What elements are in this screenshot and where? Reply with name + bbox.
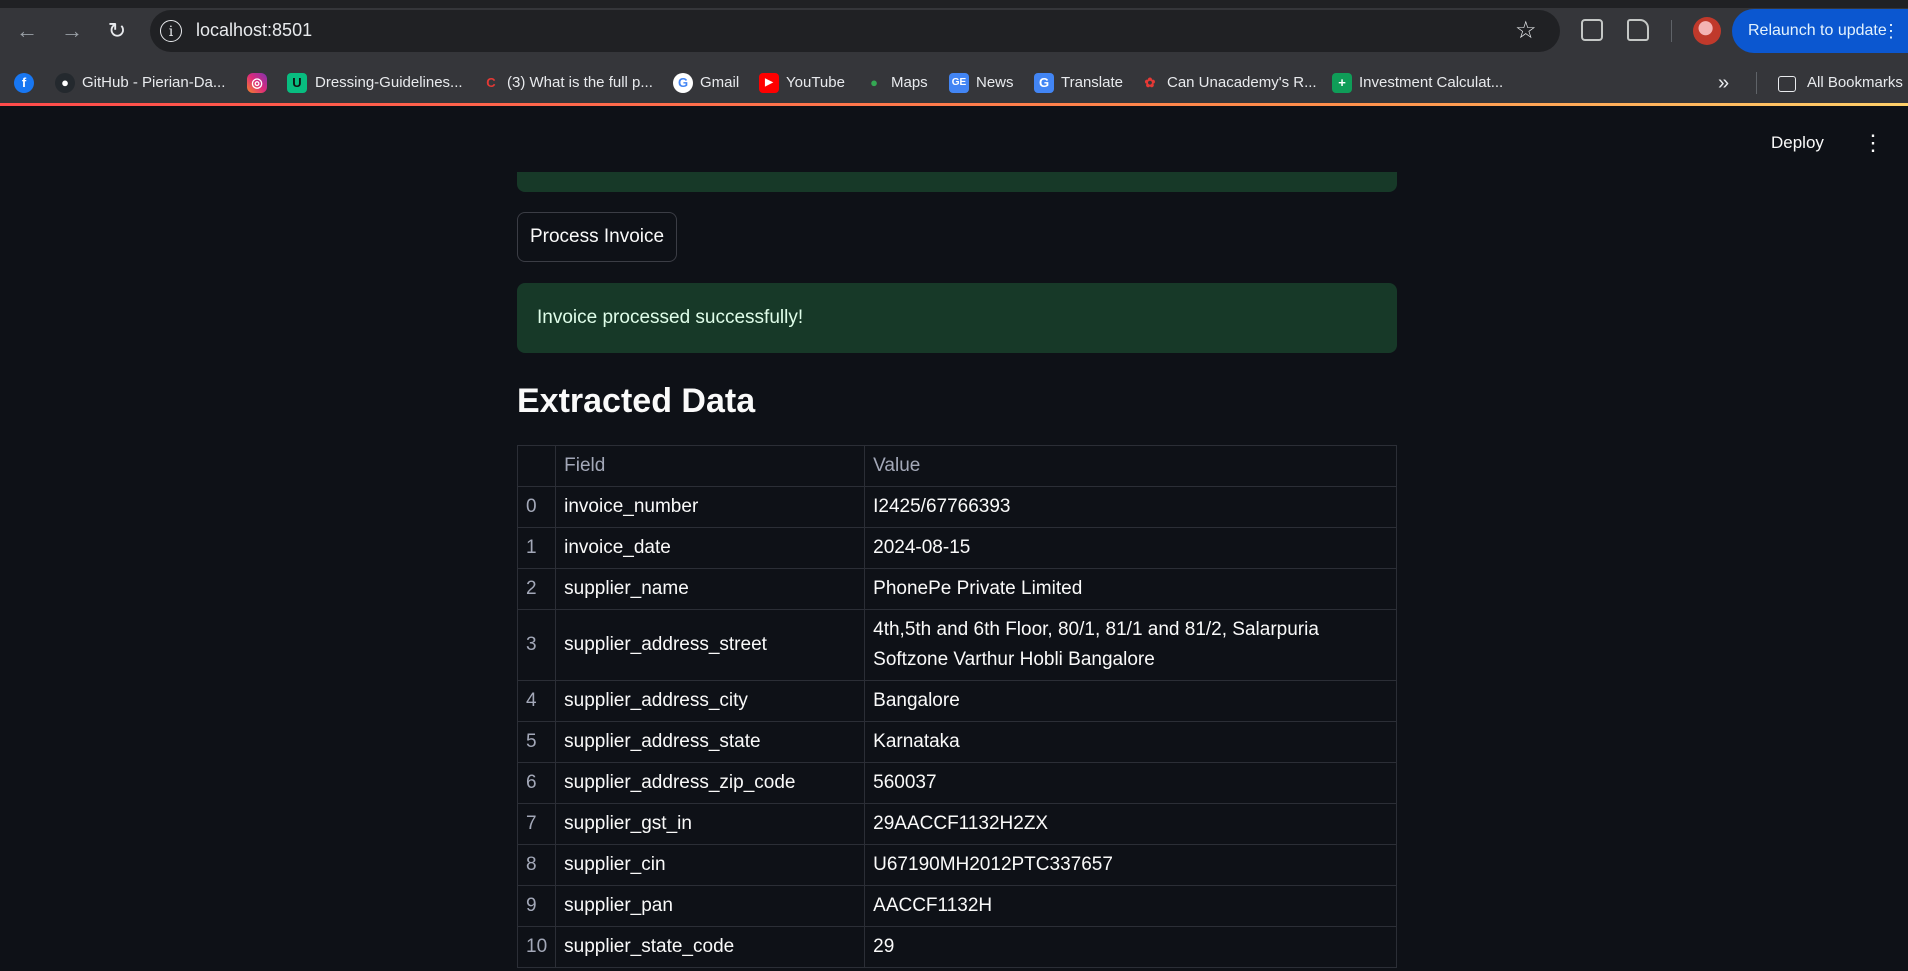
- table-row: 10 supplier_state_code 29: [516, 926, 1397, 968]
- toolbar-separator: [1671, 20, 1672, 42]
- value-cell[interactable]: 29: [864, 926, 1397, 968]
- more-vert-icon: ⋮: [1882, 21, 1900, 41]
- table-row: 1 invoice_date 2024-08-15: [516, 527, 1397, 569]
- value-cell[interactable]: 560037: [864, 762, 1397, 804]
- table-row: 5 supplier_address_state Karnataka: [516, 721, 1397, 763]
- row-index: 7: [516, 803, 557, 845]
- bookmark-maps[interactable]: Maps: [891, 62, 928, 104]
- tab-strip: [0, 0, 1908, 8]
- extensions-puzzle-icon[interactable]: [1627, 19, 1649, 41]
- extension-icon[interactable]: [1581, 19, 1603, 41]
- value-cell[interactable]: 29AACCF1132H2ZX: [864, 803, 1397, 845]
- folder-icon[interactable]: [1778, 76, 1796, 92]
- table-row: 3 supplier_address_street 4th,5th and 6th …: [516, 609, 1397, 681]
- maps-pin-icon[interactable]: ●: [864, 73, 884, 93]
- bookmark-github[interactable]: GitHub - Pierian-Da...: [82, 62, 225, 104]
- process-invoice-button[interactable]: Process Invoice: [517, 212, 677, 262]
- value-cell[interactable]: PhonePe Private Limited: [864, 568, 1397, 610]
- table-row: 7 supplier_gst_in 29AACCF1132H2ZX: [516, 803, 1397, 845]
- previous-alert: [517, 172, 1397, 192]
- value-cell[interactable]: I2425/67766393: [864, 486, 1397, 528]
- youtube-icon[interactable]: ▶: [759, 73, 779, 93]
- field-cell[interactable]: supplier_address_street: [555, 609, 866, 681]
- bookmarks-separator: [1756, 72, 1757, 94]
- field-cell[interactable]: supplier_state_code: [555, 926, 866, 968]
- value-cell[interactable]: Karnataka: [864, 721, 1397, 763]
- more-bookmarks-icon[interactable]: »: [1718, 62, 1729, 104]
- deploy-button[interactable]: Deploy: [1771, 133, 1824, 153]
- table-row: 8 supplier_cin U67190MH2012PTC337657: [516, 844, 1397, 886]
- field-cell[interactable]: supplier_gst_in: [555, 803, 866, 845]
- reload-icon[interactable]: ↻: [102, 16, 132, 46]
- field-cell[interactable]: supplier_address_state: [555, 721, 866, 763]
- instagram-icon[interactable]: ◎: [247, 73, 267, 93]
- google-icon[interactable]: G: [673, 73, 693, 93]
- index-header: [516, 445, 557, 487]
- github-icon[interactable]: ●: [55, 73, 75, 93]
- quora-icon[interactable]: C: [481, 73, 501, 93]
- extracted-data-table[interactable]: Field Value 0 invoice_number I2425/6776639…: [516, 445, 1397, 968]
- bookmark-youtube[interactable]: YouTube: [786, 62, 845, 104]
- translate-icon[interactable]: G: [1034, 73, 1054, 93]
- streamlit-decoration-bar: [0, 103, 1908, 106]
- row-index: 0: [516, 486, 557, 528]
- row-index: 4: [516, 680, 557, 722]
- site-info-icon[interactable]: i: [160, 20, 182, 42]
- url-text[interactable]: localhost:8501: [196, 20, 312, 41]
- forward-icon[interactable]: →: [57, 16, 87, 46]
- unacademy-red-icon[interactable]: ✿: [1140, 73, 1160, 93]
- profile-avatar[interactable]: [1693, 17, 1721, 45]
- news-icon[interactable]: GE: [949, 73, 969, 93]
- unacademy-icon[interactable]: U: [287, 73, 307, 93]
- table-row: 2 supplier_name PhonePe Private Limited: [516, 568, 1397, 610]
- facebook-icon[interactable]: f: [14, 73, 34, 93]
- column-header-value[interactable]: Value: [864, 445, 1397, 487]
- field-cell[interactable]: supplier_name: [555, 568, 866, 610]
- sheets-icon[interactable]: +: [1332, 73, 1352, 93]
- table-row: 9 supplier_pan AACCF1132H: [516, 885, 1397, 927]
- bookmark-unacademy[interactable]: Can Unacademy's R...: [1167, 62, 1317, 104]
- row-index: 2: [516, 568, 557, 610]
- address-bar[interactable]: [150, 10, 1560, 52]
- field-cell[interactable]: invoice_date: [555, 527, 866, 569]
- row-index: 3: [516, 609, 557, 681]
- value-cell[interactable]: 2024-08-15: [864, 527, 1397, 569]
- value-cell[interactable]: Bangalore: [864, 680, 1397, 722]
- value-cell[interactable]: 4th,5th and 6th Floor, 80/1, 81/1 and 81…: [864, 609, 1397, 681]
- column-header-field[interactable]: Field: [555, 445, 866, 487]
- row-index: 10: [516, 926, 557, 968]
- bookmark-investment-calculator[interactable]: Investment Calculat...: [1359, 62, 1503, 104]
- relaunch-button[interactable]: Relaunch to update ⋮: [1732, 9, 1908, 53]
- row-index: 6: [516, 762, 557, 804]
- field-cell[interactable]: supplier_address_city: [555, 680, 866, 722]
- table-row: 6 supplier_address_zip_code 560037: [516, 762, 1397, 804]
- value-cell[interactable]: U67190MH2012PTC337657: [864, 844, 1397, 886]
- value-cell[interactable]: AACCF1132H: [864, 885, 1397, 927]
- table-row: 0 invoice_number I2425/67766393: [516, 486, 1397, 528]
- table-header-row: Field Value: [516, 445, 1397, 487]
- bookmark-quora[interactable]: (3) What is the full p...: [507, 62, 653, 104]
- bookmark-star-icon[interactable]: ☆: [1515, 16, 1537, 45]
- bookmark-news[interactable]: News: [976, 62, 1014, 104]
- all-bookmarks[interactable]: All Bookmarks: [1807, 62, 1903, 104]
- row-index: 1: [516, 527, 557, 569]
- row-index: 8: [516, 844, 557, 886]
- table-row: 4 supplier_address_city Bangalore: [516, 680, 1397, 722]
- row-index: 5: [516, 721, 557, 763]
- back-icon[interactable]: ←: [12, 16, 42, 46]
- field-cell[interactable]: supplier_cin: [555, 844, 866, 886]
- relaunch-label: Relaunch to update: [1748, 22, 1887, 39]
- extracted-data-heading: Extracted Data: [517, 382, 756, 420]
- main-menu-icon[interactable]: ⋮: [1862, 130, 1884, 156]
- success-alert: Invoice processed successfully!: [517, 283, 1397, 353]
- bookmark-gmail[interactable]: Gmail: [700, 62, 739, 104]
- bookmark-dressing-guidelines[interactable]: Dressing-Guidelines...: [315, 62, 463, 104]
- field-cell[interactable]: supplier_pan: [555, 885, 866, 927]
- field-cell[interactable]: supplier_address_zip_code: [555, 762, 866, 804]
- field-cell[interactable]: invoice_number: [555, 486, 866, 528]
- bookmark-translate[interactable]: Translate: [1061, 62, 1123, 104]
- row-index: 9: [516, 885, 557, 927]
